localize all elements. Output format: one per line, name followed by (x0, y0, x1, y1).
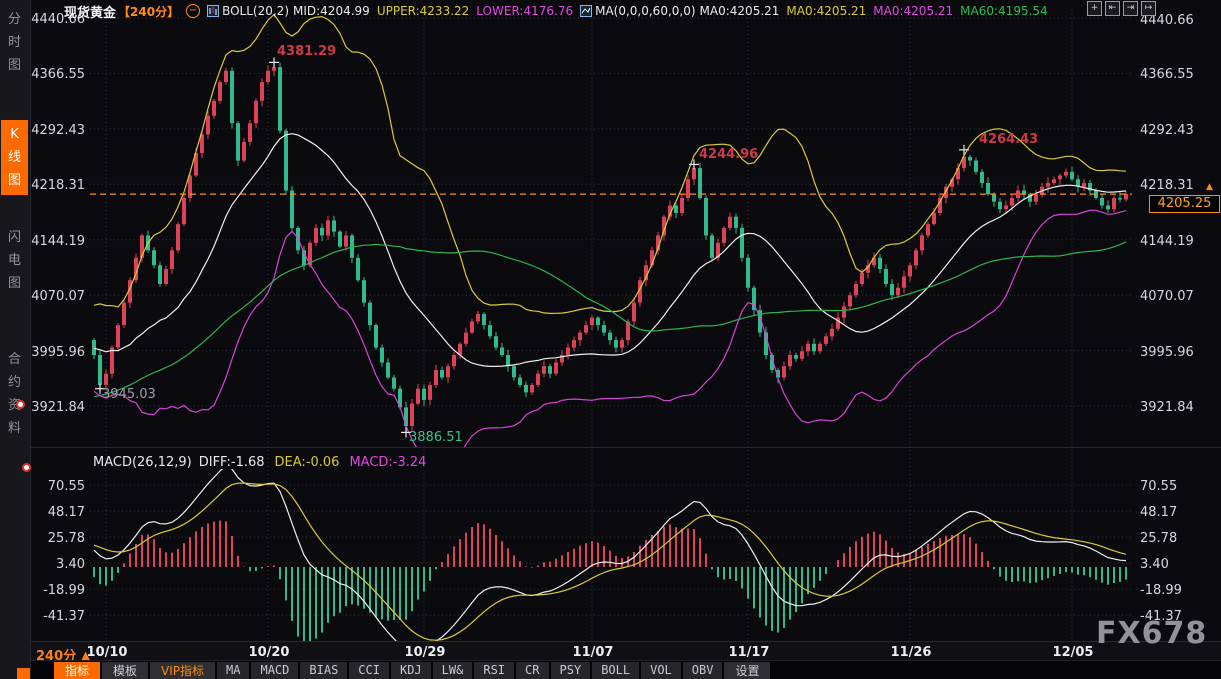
sidebar-item-contract-info[interactable]: 合约资料 (1, 348, 28, 440)
indicator-cr-button[interactable]: CR (516, 662, 548, 679)
macd-dea-value: DEA:-0.06 (275, 455, 340, 470)
indicator-macd-button[interactable]: MACD (251, 662, 298, 679)
date-label: 10/10 (82, 645, 132, 660)
date-label: 10/20 (244, 645, 294, 660)
price-axis-label: 4366.55 (1140, 67, 1194, 82)
sidebar-item-label: 闪电图 (7, 226, 23, 295)
macd-axis-label: 25.78 (31, 531, 85, 546)
sidebar-item-kline-chart[interactable]: K线图 (1, 120, 28, 195)
ma-label: MA(0,0,0,60,0,0) (595, 4, 695, 18)
macd-axis-label: 48.17 (31, 505, 85, 520)
macd-axis-label: 25.78 (1140, 531, 1194, 546)
boll-label: BOLL(20,2) (222, 4, 289, 18)
price-axis-label: 4218.31 (31, 178, 85, 193)
price-annotation: 4381.29 (277, 44, 336, 59)
settings-button[interactable]: 设置 (724, 662, 770, 679)
hot-marker-icon[interactable] (22, 463, 31, 472)
date-label: 11/26 (886, 645, 936, 660)
price-axis-label: 4070.07 (31, 289, 85, 304)
macd-axis-label: -18.99 (1140, 583, 1194, 598)
indicator-kdj-button[interactable]: KDJ (391, 662, 431, 679)
macd-axis-label: -18.99 (31, 583, 85, 598)
period-badge: 【240分】 (118, 3, 179, 20)
price-annotation: 4244.96 (699, 147, 758, 162)
price-axis-label: 4218.31 (1140, 178, 1194, 193)
sidebar-item-timeshare-chart[interactable]: 分时图 (1, 8, 28, 77)
chart-header: 现货黄金 【240分】 − BOLL(20,2) MID:4204.99 UPP… (64, 3, 1048, 19)
panel-divider (30, 447, 1221, 448)
price-annotation: 3945.03 (102, 387, 156, 402)
indicator-cci-button[interactable]: CCI (349, 662, 389, 679)
ma60-value: MA60:4195.54 (960, 4, 1048, 18)
indicator-ma-button[interactable]: MA (217, 662, 249, 679)
indicator-obv-button[interactable]: OBV (683, 662, 723, 679)
macd-axis-label: 48.17 (1140, 505, 1194, 520)
collapse-indicator-icon[interactable]: − (186, 4, 200, 18)
pan-right-icon[interactable]: ↦ (1141, 1, 1156, 16)
xaxis-row: 240分 ▲ 10/10 10/20 10/29 11/07 11/17 11/… (30, 641, 1221, 660)
ma0-value-1: MA0:4205.21 (700, 4, 780, 18)
indicator-vol-button[interactable]: VOL (641, 662, 681, 679)
macd-axis-label: 3.40 (1140, 557, 1194, 572)
macd-params: MACD(26,12,9) (93, 455, 192, 470)
boll-lower-value: LOWER:4176.76 (476, 4, 573, 18)
macd-axis-label: -41.37 (31, 609, 85, 624)
indicator-psy-button[interactable]: PSY (551, 662, 591, 679)
boll-upper-value: UPPER:4233.22 (377, 4, 469, 18)
price-axis-label: 4070.07 (1140, 289, 1194, 304)
fx678-logo: FX678 (1096, 616, 1207, 651)
indicator-rsi-button[interactable]: RSI (474, 662, 514, 679)
hot-marker-icon[interactable] (16, 400, 25, 409)
tab-indicators[interactable]: 指标 (54, 662, 100, 679)
price-axis-label: 4366.55 (31, 67, 85, 82)
price-axis-label: 4144.19 (31, 234, 85, 249)
sidebar-item-label: 合约资料 (7, 348, 23, 440)
macd-diff-value: DIFF:-1.68 (199, 455, 265, 470)
price-axis-label: 4292.43 (31, 123, 85, 138)
boll-indicator-icon (207, 5, 219, 17)
tab-templates[interactable]: 模板 (102, 662, 148, 679)
zoom-in-icon[interactable]: ⇥ (1123, 1, 1138, 16)
macd-axis-label: 70.55 (31, 479, 85, 494)
price-annotation: 3886.51 (409, 430, 463, 445)
date-label: 11/17 (724, 645, 774, 660)
indicator-lw-button[interactable]: LW& (433, 662, 473, 679)
main-chart[interactable] (0, 0, 1221, 679)
sidebar: 分时图 K线图 闪电图 合约资料 (0, 0, 31, 679)
ma0-value-2: MA0:4205.21 (786, 4, 866, 18)
date-label: 10/29 (400, 645, 450, 660)
sidebar-item-lightning-chart[interactable]: 闪电图 (1, 226, 28, 295)
price-alert-icon[interactable]: ▲ (1206, 182, 1213, 192)
price-axis-label: 3995.96 (31, 345, 85, 360)
indicator-toolbar: 指标 模板 VIP指标 MA MACD BIAS CCI KDJ LW& RSI… (0, 660, 1221, 679)
boll-mid-value: MID:4204.99 (293, 4, 370, 18)
ma0-value-3: MA0:4205.21 (873, 4, 953, 18)
price-annotation: 4264.43 (979, 132, 1038, 147)
current-price-tag: 4205.25 (1149, 195, 1220, 213)
corner-accent-icon[interactable] (17, 668, 30, 679)
chart-controls: + ⇤ ⇥ ↦ (1087, 1, 1156, 16)
macd-legend: MACD(26,12,9) DIFF:-1.68 DEA:-0.06 MACD:… (93, 455, 426, 470)
indicator-boll-button[interactable]: BOLL (592, 662, 639, 679)
indicator-bias-button[interactable]: BIAS (300, 662, 347, 679)
price-axis-label: 4292.43 (1140, 123, 1194, 138)
symbol-name: 现货黄金 (64, 2, 116, 21)
macd-hist-value: MACD:-3.24 (349, 455, 426, 470)
macd-axis-label: 3.40 (31, 557, 85, 572)
macd-axis-label: 70.55 (1140, 479, 1194, 494)
date-label: 11/07 (568, 645, 618, 660)
sidebar-item-label: 分时图 (7, 8, 23, 77)
ma-indicator-icon (580, 5, 592, 17)
crosshair-icon[interactable]: + (1087, 1, 1102, 16)
sidebar-item-label: K线图 (7, 123, 23, 192)
trading-terminal: 分时图 K线图 闪电图 合约资料 现货黄金 【240分】 − BOLL(20,2… (0, 0, 1221, 679)
price-axis-label: 3921.84 (31, 400, 85, 415)
price-axis-label: 4144.19 (1140, 234, 1194, 249)
tab-vip-indicators[interactable]: VIP指标 (150, 662, 215, 679)
date-label: 12/05 (1048, 645, 1098, 660)
price-axis-label: 3921.84 (1140, 400, 1194, 415)
zoom-out-icon[interactable]: ⇤ (1105, 1, 1120, 16)
price-axis-label: 3995.96 (1140, 345, 1194, 360)
